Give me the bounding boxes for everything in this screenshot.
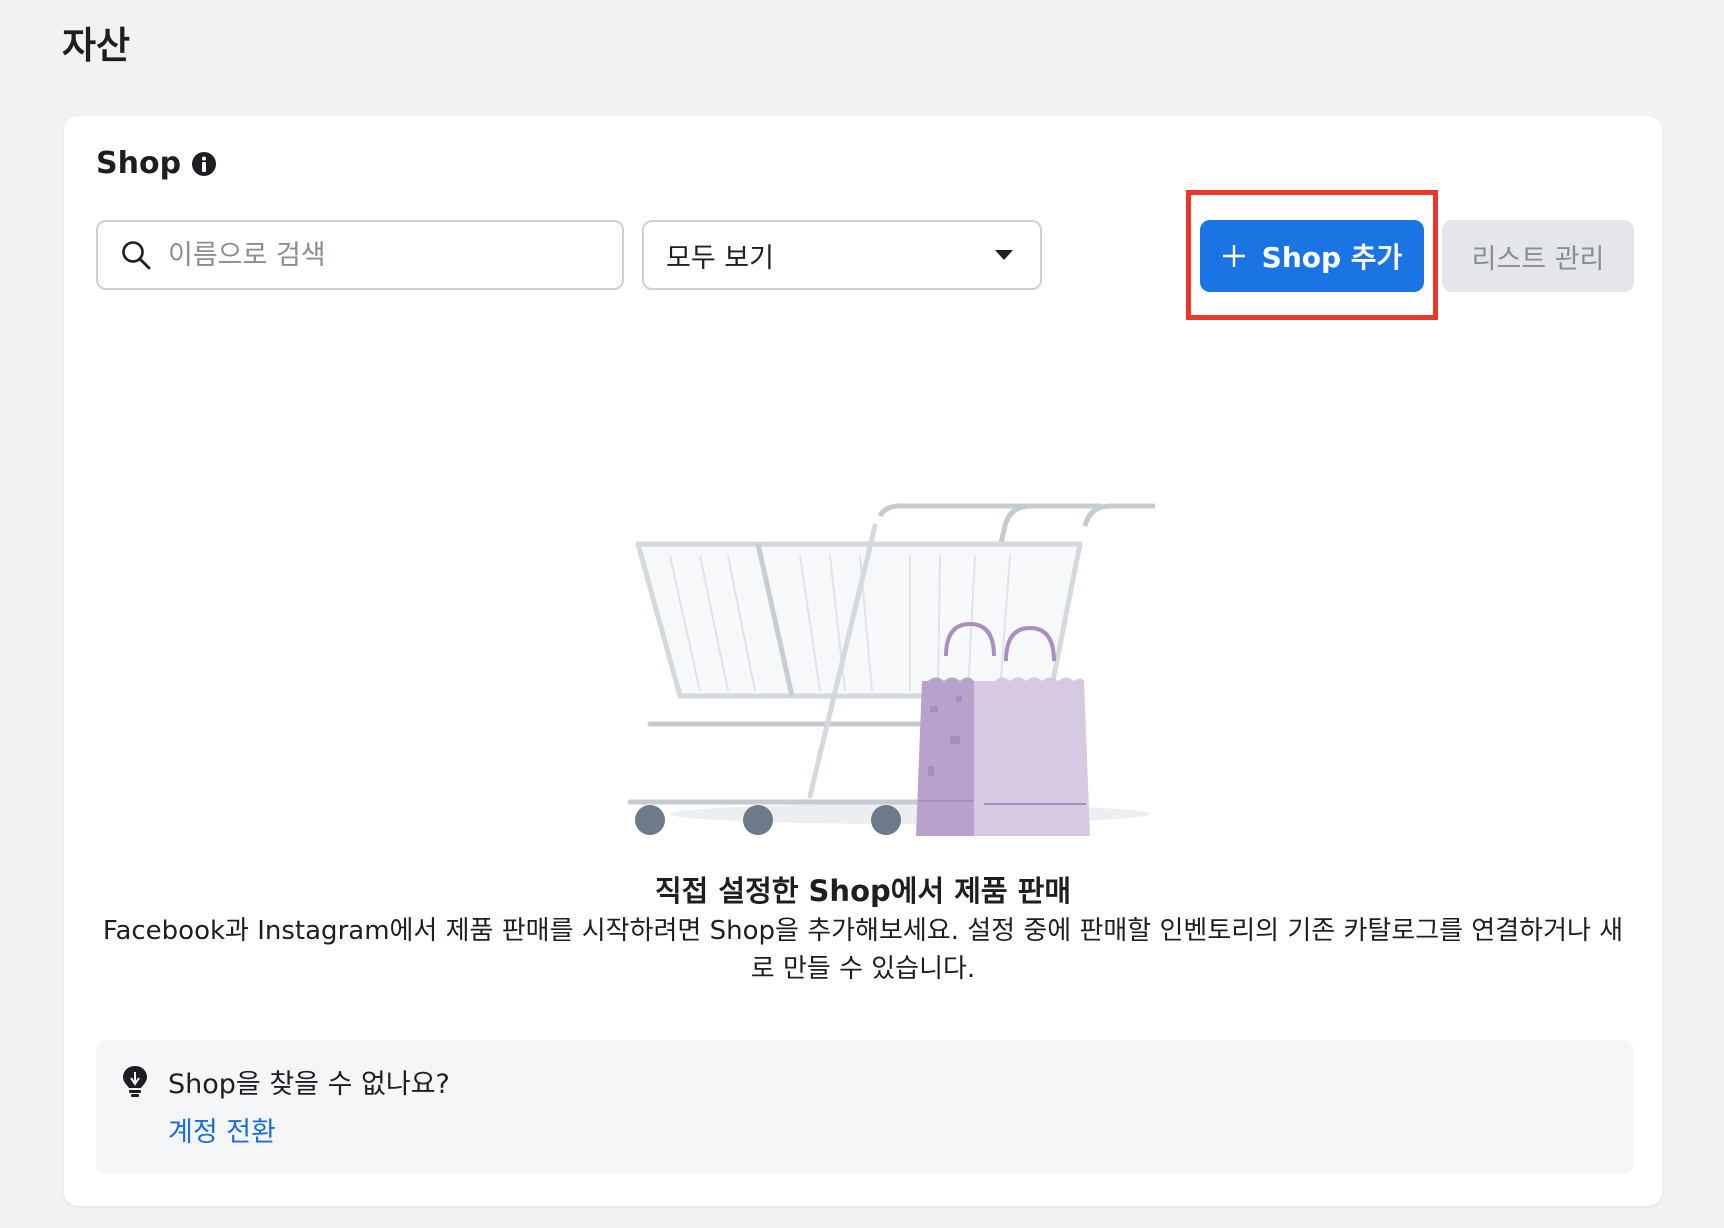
- lightbulb-icon: [123, 1066, 147, 1097]
- card-title: Shop: [96, 146, 182, 181]
- card-header: Shop: [96, 146, 217, 181]
- search-input[interactable]: [166, 238, 610, 272]
- info-icon[interactable]: [191, 151, 217, 177]
- page-title: 자산: [62, 24, 131, 67]
- search-box[interactable]: [96, 220, 624, 290]
- filter-dropdown[interactable]: 모두 보기: [642, 220, 1042, 290]
- tip-title: Shop을 찾을 수 없나요?: [168, 1069, 450, 1100]
- empty-state-description: Facebook과 Instagram에서 제품 판매를 시작하려면 Shop을…: [102, 916, 1624, 984]
- caret-down-icon: [995, 250, 1013, 260]
- add-shop-button[interactable]: Shop 추가: [1200, 220, 1424, 292]
- tip-box: Shop을 찾을 수 없나요? 계정 전환: [96, 1040, 1634, 1174]
- search-icon: [122, 241, 151, 270]
- manage-list-button[interactable]: 리스트 관리: [1442, 220, 1634, 292]
- filter-selected-value: 모두 보기: [666, 242, 774, 274]
- shopping-cart-illustration: [627, 503, 1155, 836]
- add-shop-label: Shop 추가: [1261, 241, 1403, 274]
- empty-state-title: 직접 설정한 Shop에서 제품 판매: [654, 874, 1072, 908]
- manage-list-label: 리스트 관리: [1471, 243, 1605, 275]
- switch-account-link[interactable]: 계정 전환: [168, 1110, 276, 1149]
- shop-card: Shop 모두 보기 Shop 추가 리스트 관리: [64, 116, 1662, 1206]
- plus-icon: [1222, 245, 1245, 267]
